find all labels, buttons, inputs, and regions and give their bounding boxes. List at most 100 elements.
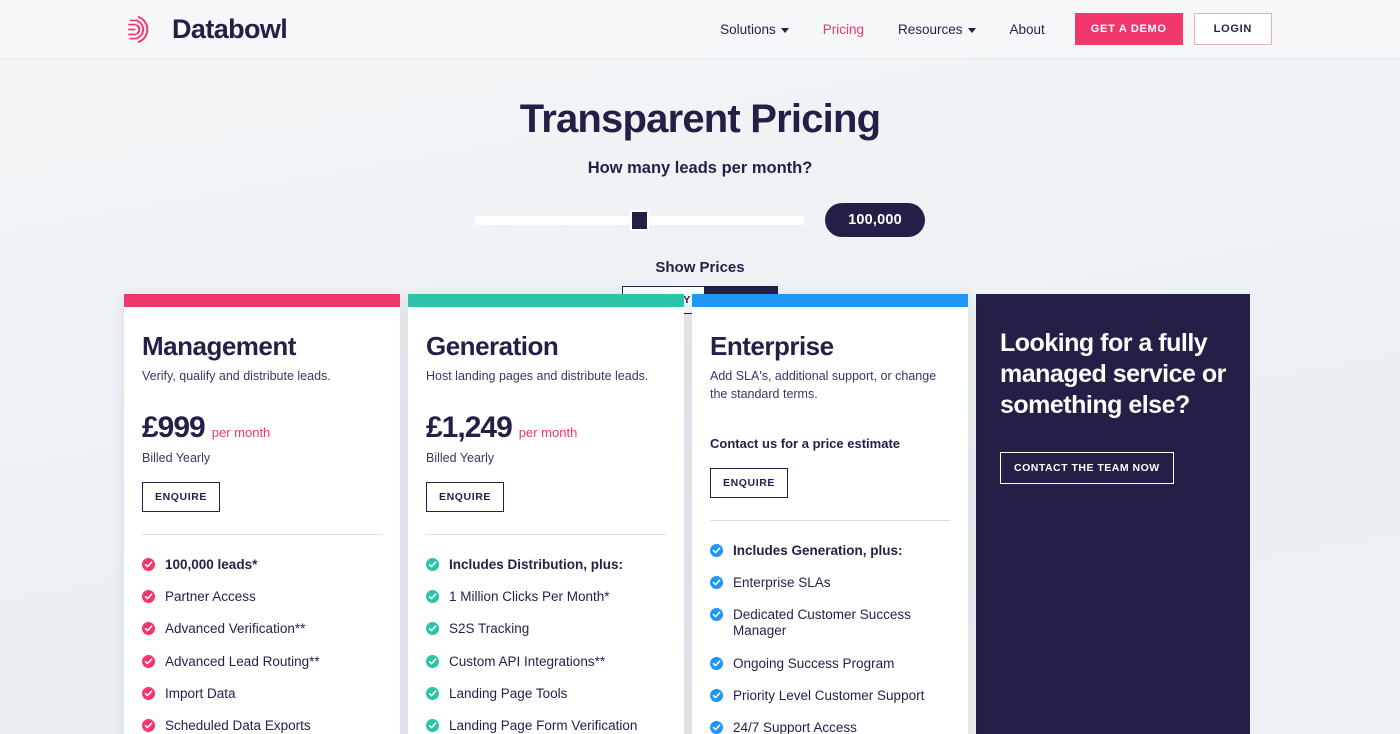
feature-label: 100,000 leads* [165, 557, 258, 573]
check-circle-icon [426, 718, 439, 732]
feature-item: Landing Page Tools [426, 686, 666, 702]
card-price-period: per month [211, 425, 271, 441]
check-circle-icon [142, 686, 155, 700]
nav-item-about[interactable]: About [993, 22, 1062, 37]
nav-item-solutions[interactable]: Solutions [703, 22, 806, 37]
nav-label-pricing: Pricing [822, 21, 864, 37]
nav-item-pricing[interactable]: Pricing [806, 22, 881, 37]
card-accent-bar [692, 294, 968, 307]
feature-label: Landing Page Tools [449, 685, 568, 701]
check-circle-icon [426, 622, 439, 636]
card-divider [710, 519, 950, 521]
feature-item: 100,000 leads* [142, 557, 382, 573]
login-button[interactable]: LOGIN [1193, 13, 1272, 45]
enquire-button[interactable]: ENQUIRE [710, 467, 789, 498]
get-a-demo-button[interactable]: GET A DEMO [1074, 13, 1183, 45]
check-circle-icon [710, 608, 723, 622]
check-circle-icon [710, 720, 723, 734]
feature-label: Landing Page Form Verification [449, 717, 638, 733]
feature-label: Partner Access [165, 589, 256, 605]
card-accent-bar [408, 294, 684, 307]
feature-item: Scheduled Data Exports [142, 718, 382, 734]
feature-label: 24/7 Support Access [733, 719, 857, 734]
chevron-down-icon [967, 27, 976, 33]
chevron-down-icon [780, 27, 789, 33]
feature-label: Advanced Lead Routing** [165, 653, 320, 669]
leads-slider-handle[interactable] [629, 209, 649, 231]
card-divider [142, 534, 382, 536]
feature-label: Enterprise SLAs [733, 574, 831, 590]
card-price-period: per month [518, 425, 578, 441]
card-description: Host landing pages and distribute leads. [426, 369, 649, 384]
card-billed-note: Billed Yearly [426, 451, 495, 466]
enquire-button[interactable]: ENQUIRE [142, 482, 221, 513]
pricing-card: Enterprise Add SLA's, additional support,… [692, 294, 968, 734]
check-circle-icon [710, 543, 723, 557]
check-circle-icon [142, 654, 155, 668]
leads-value-badge: 100,000 [825, 203, 925, 237]
pricing-card: Generation Host landing pages and distrib… [408, 294, 684, 734]
feature-item: S2S Tracking [426, 621, 666, 637]
card-price: £1,249 [426, 411, 513, 445]
feature-item: 24/7 Support Access [710, 720, 950, 734]
contact-the-team-button[interactable]: CONTACT THE TEAM NOW [1000, 452, 1174, 485]
feature-label: Import Data [165, 685, 236, 701]
feature-label: Advanced Verification** [165, 621, 306, 637]
price-row: £999 per month [142, 411, 382, 445]
site-header: Databowl Solutions Pricing Resources Abo… [0, 0, 1400, 59]
check-circle-icon [426, 590, 439, 604]
feature-item: 1 Million Clicks Per Month* [426, 589, 666, 605]
card-title: Enterprise [710, 331, 834, 361]
feature-label: Custom API Integrations** [449, 653, 606, 669]
card-body: Management Verify, qualify and distribute… [124, 307, 400, 734]
feature-item: Ongoing Success Program [710, 656, 950, 672]
check-circle-icon [710, 656, 723, 670]
nav-label-about: About [1009, 21, 1045, 37]
feature-label: Ongoing Success Program [733, 655, 895, 671]
managed-service-cta-panel: Looking for a fully managed service or s… [976, 294, 1250, 734]
page-title: Transparent Pricing [519, 97, 881, 141]
feature-item: Import Data [142, 686, 382, 702]
leads-slider-track[interactable] [475, 209, 805, 231]
brand-name: Databowl [172, 13, 288, 44]
feature-item: Priority Level Customer Support [710, 688, 950, 704]
main-navigation: Solutions Pricing Resources About GET A … [703, 13, 1272, 45]
feature-item: Advanced Verification** [142, 621, 382, 637]
feature-label: 1 Million Clicks Per Month* [449, 589, 610, 605]
feature-label: Scheduled Data Exports [165, 717, 311, 733]
feature-item: Custom API Integrations** [426, 654, 666, 670]
feature-label: Includes Generation, plus: [733, 542, 903, 558]
hero-section: Transparent Pricing How many leads per m… [0, 59, 1400, 314]
feature-list: 100,000 leads* Partner Access Advanced Ver… [142, 557, 382, 734]
feature-label: S2S Tracking [449, 621, 530, 637]
feature-item: Landing Page Form Verification [426, 718, 666, 734]
card-accent-bar [124, 294, 400, 307]
check-circle-icon [142, 590, 155, 604]
card-description: Verify, qualify and distribute leads. [142, 369, 331, 384]
card-divider [426, 534, 666, 536]
price-row: £1,249 per month [426, 411, 666, 445]
hero-subtitle: How many leads per month? [587, 159, 813, 177]
nav-label-resources: Resources [897, 21, 963, 37]
nav-item-resources[interactable]: Resources [881, 22, 993, 37]
feature-list: Includes Generation, plus: Enterprise SLA… [710, 543, 950, 734]
pricing-cards-container: Management Verify, qualify and distribute… [124, 294, 1272, 734]
card-title: Generation [426, 331, 559, 361]
check-circle-icon [710, 575, 723, 589]
check-circle-icon [142, 558, 155, 572]
check-circle-icon [426, 686, 439, 700]
pricing-card: Management Verify, qualify and distribute… [124, 294, 400, 734]
feature-list: Includes Distribution, plus: 1 Million Cl… [426, 557, 666, 734]
feature-item: Enterprise SLAs [710, 575, 950, 591]
brand-logo-link[interactable]: Databowl [128, 13, 288, 46]
feature-item: Dedicated Customer Success Manager [710, 607, 950, 639]
check-circle-icon [142, 622, 155, 636]
feature-label: Includes Distribution, plus: [449, 557, 624, 573]
feature-label: Priority Level Customer Support [733, 687, 925, 703]
card-contact-note: Contact us for a price estimate [710, 435, 900, 451]
enquire-button[interactable]: ENQUIRE [426, 482, 505, 513]
leads-slider-row: 100,000 [0, 203, 1400, 237]
feature-item: Advanced Lead Routing** [142, 654, 382, 670]
databowl-logo-icon [128, 15, 149, 43]
card-description: Add SLA's, additional support, or change… [710, 369, 937, 402]
